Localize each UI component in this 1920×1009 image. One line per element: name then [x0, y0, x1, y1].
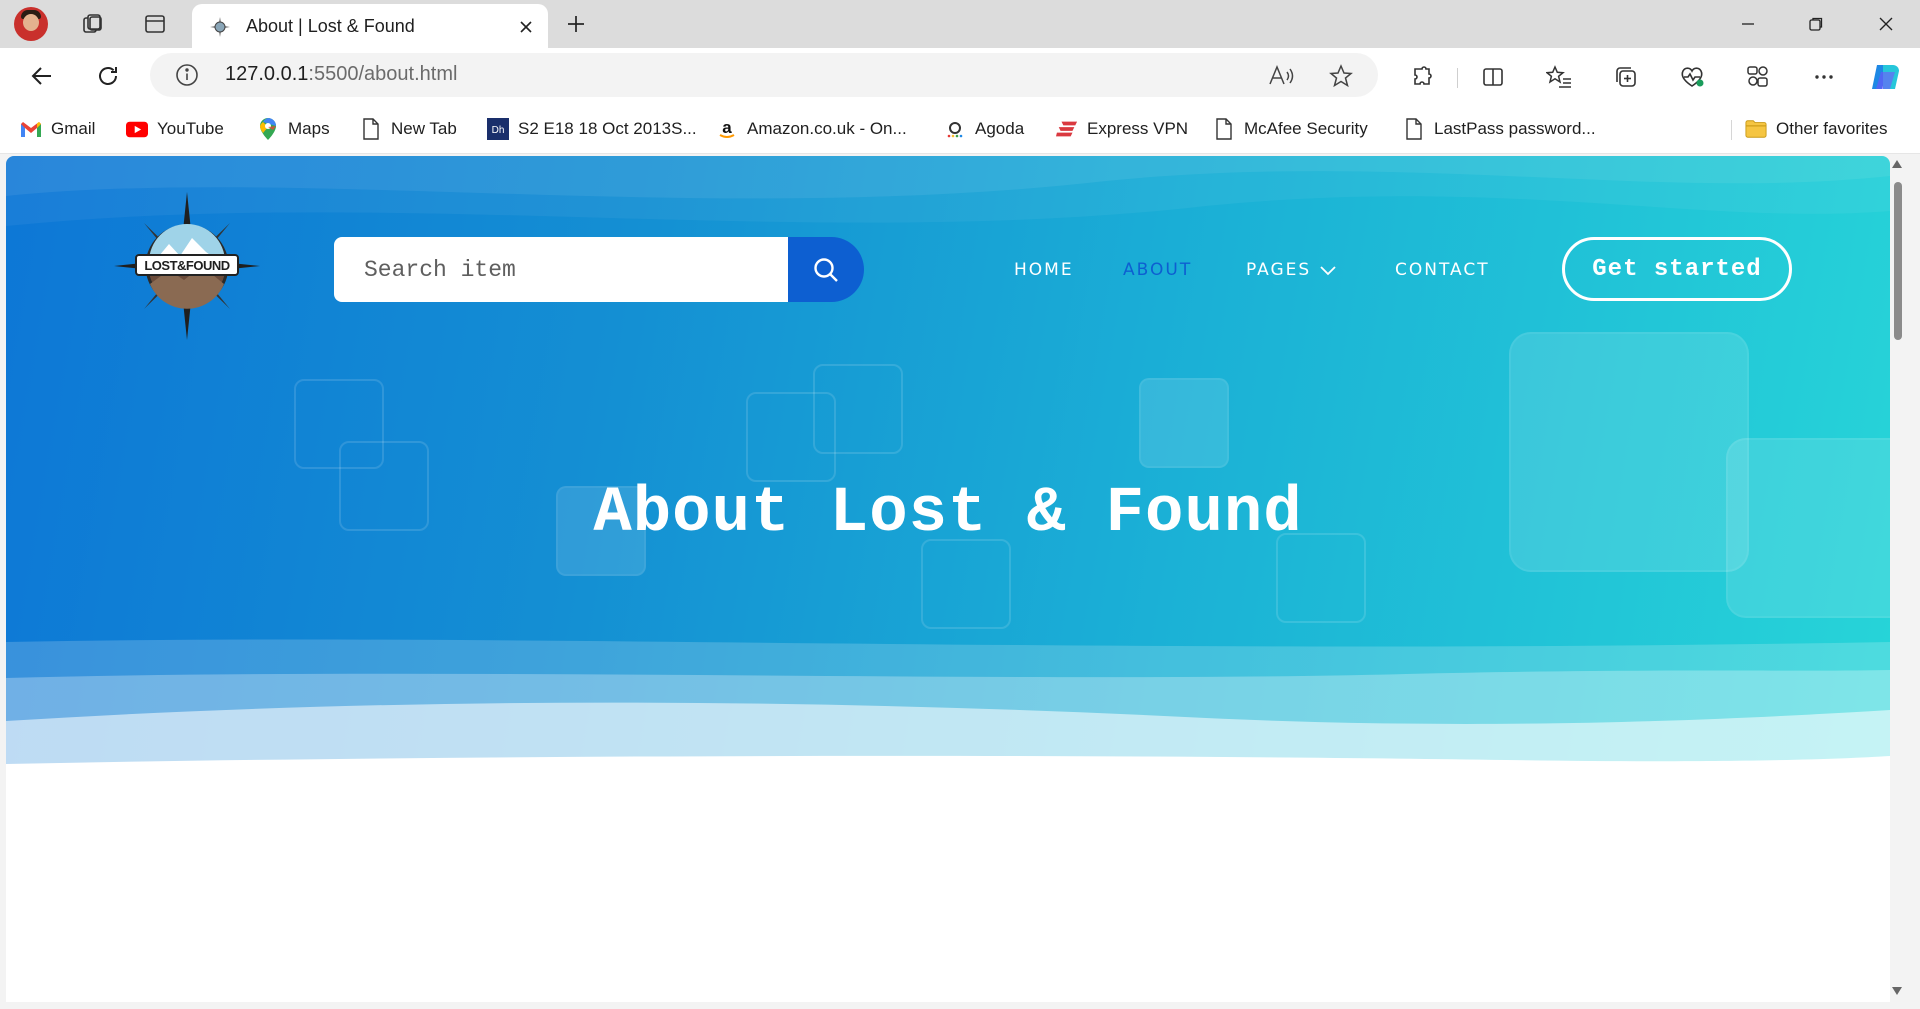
bookmark-label: LastPass password...: [1434, 119, 1596, 138]
gmail-icon: [20, 118, 42, 140]
search-input[interactable]: [334, 237, 788, 302]
restore-icon[interactable]: [1796, 8, 1836, 40]
expressvpn-icon: [1056, 118, 1078, 140]
hero-title: About Lost & Found: [593, 478, 1303, 550]
address-bar[interactable]: 127.0.0.1:5500/about.html: [150, 53, 1378, 97]
bookmark-express-vpn[interactable]: Express VPN: [1056, 115, 1188, 143]
svg-text:LOST&FOUND: LOST&FOUND: [144, 258, 229, 273]
site-logo[interactable]: LOST&FOUND: [114, 192, 260, 340]
minimize-icon[interactable]: [1728, 8, 1768, 40]
page-icon: [1403, 118, 1425, 140]
page-viewport: LOST&FOUND HOME ABOUT PAGES CONTACT Get …: [6, 156, 1890, 1002]
active-tab[interactable]: About | Lost & Found: [192, 4, 548, 48]
more-menu-icon[interactable]: [1807, 60, 1841, 94]
copilot-icon[interactable]: [1869, 60, 1903, 94]
bookmark-label: Agoda: [975, 119, 1025, 138]
page-icon: [1213, 118, 1235, 140]
back-arrow-icon[interactable]: [25, 59, 59, 93]
bookmark-label: New Tab: [391, 119, 457, 138]
nav-pages-dropdown[interactable]: PAGES: [1246, 260, 1337, 280]
split-screen-icon[interactable]: [1476, 60, 1510, 94]
youtube-icon: [126, 118, 148, 140]
bookmark-label: Amazon.co.uk - On...: [747, 119, 907, 138]
other-favorites-label: Other favorites: [1776, 119, 1888, 138]
browser-title-bar: About | Lost & Found: [0, 0, 1920, 48]
agoda-icon: [944, 118, 966, 140]
url-host: 127.0.0.1: [225, 63, 309, 85]
nav-home-link[interactable]: HOME: [1014, 260, 1074, 280]
get-started-button[interactable]: Get started: [1562, 237, 1792, 301]
scrollbar-thumb[interactable]: [1894, 182, 1902, 340]
bookmark-label: S2 E18 18 Oct 2013S...: [518, 119, 697, 138]
chevron-down-icon: [1320, 266, 1336, 276]
bookmark-gmail[interactable]: Gmail: [20, 115, 95, 143]
extensions-icon[interactable]: [1405, 60, 1439, 94]
copilot-sidebar-icon[interactable]: [1741, 60, 1775, 94]
close-tab-icon[interactable]: [514, 15, 538, 39]
site-info-icon[interactable]: [175, 63, 199, 87]
maps-icon: [257, 118, 279, 140]
tab-title: About | Lost & Found: [246, 16, 415, 36]
folder-icon: [1745, 118, 1767, 140]
page-icon: [360, 118, 382, 140]
bookmarks-divider: [1731, 120, 1732, 140]
search-button[interactable]: [788, 237, 864, 302]
bookmark-lastpass[interactable]: LastPass password...: [1403, 115, 1596, 143]
bookmark-label: YouTube: [157, 119, 224, 138]
bookmark-label: Gmail: [51, 119, 96, 138]
nav-about-link[interactable]: ABOUT: [1123, 260, 1192, 280]
bookmark-amazon[interactable]: a Amazon.co.uk - On...: [716, 115, 907, 143]
favorites-list-icon[interactable]: [1542, 60, 1576, 94]
search-bar: [334, 237, 864, 302]
scroll-up-arrow-icon[interactable]: [1891, 158, 1903, 170]
refresh-icon[interactable]: [91, 59, 125, 93]
new-tab-plus-icon[interactable]: [561, 9, 591, 39]
hero-section: LOST&FOUND HOME ABOUT PAGES CONTACT Get …: [6, 156, 1890, 796]
other-favorites[interactable]: Other favorites: [1745, 115, 1888, 143]
amazon-icon: a: [716, 118, 738, 140]
hero-bottom-waves: [6, 639, 1890, 796]
dh-icon: Dh: [487, 118, 509, 140]
browser-essentials-icon[interactable]: [1675, 60, 1709, 94]
bookmarks-bar: Gmail YouTube Maps New Tab Dh S2 E18 18 …: [0, 104, 1920, 154]
workspaces-icon[interactable]: [78, 9, 108, 39]
bookmark-label: McAfee Security: [1244, 119, 1368, 138]
url-text[interactable]: 127.0.0.1:5500/about.html: [225, 63, 457, 86]
search-icon: [814, 257, 838, 282]
favorite-star-icon[interactable]: [1326, 61, 1356, 91]
read-aloud-icon[interactable]: [1266, 61, 1296, 91]
bookmark-maps[interactable]: Maps: [257, 115, 330, 143]
collections-icon[interactable]: [1609, 60, 1643, 94]
close-window-icon[interactable]: [1866, 8, 1906, 40]
bookmark-agoda[interactable]: Agoda: [944, 115, 1024, 143]
decor-square: [813, 364, 903, 454]
bookmark-new-tab[interactable]: New Tab: [360, 115, 457, 143]
browser-toolbar: 127.0.0.1:5500/about.html: [0, 48, 1920, 104]
nav-contact-link[interactable]: CONTACT: [1395, 260, 1490, 280]
bookmark-label: Express VPN: [1087, 119, 1189, 138]
bookmark-youtube[interactable]: YouTube: [126, 115, 224, 143]
scroll-down-arrow-icon[interactable]: [1891, 985, 1903, 997]
svg-text:a: a: [722, 118, 732, 137]
nav-pages-label: PAGES: [1246, 260, 1312, 280]
url-path: :5500/about.html: [308, 63, 458, 85]
profile-avatar[interactable]: [14, 7, 48, 41]
bookmark-s2-e18[interactable]: Dh S2 E18 18 Oct 2013S...: [487, 115, 697, 143]
decor-square: [1139, 378, 1229, 468]
compass-favicon-icon: [209, 16, 231, 38]
toolbar-divider: [1457, 68, 1458, 88]
svg-text:Dh: Dh: [492, 125, 505, 136]
bookmark-label: Maps: [288, 119, 330, 138]
bookmark-mcafee[interactable]: McAfee Security: [1213, 115, 1368, 143]
vertical-tabs-icon[interactable]: [140, 9, 170, 39]
decor-square: [921, 539, 1011, 629]
